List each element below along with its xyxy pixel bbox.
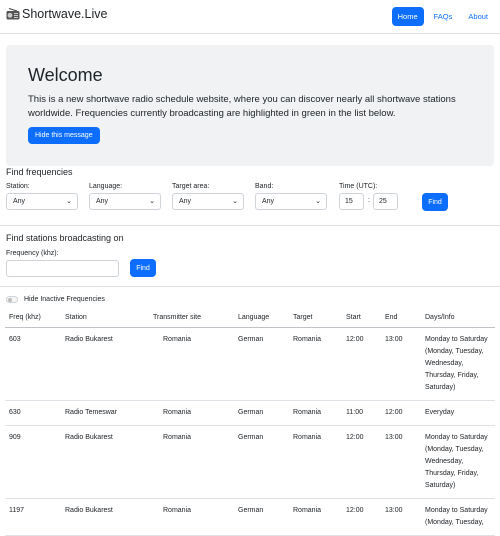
brand-link[interactable]: Shortwave.Live xyxy=(6,7,107,21)
cell-language: German xyxy=(234,498,289,536)
cell-freq: 1197 xyxy=(5,498,61,536)
cell-language: German xyxy=(234,327,289,401)
table-row[interactable]: 630 Radio Temeswar Romania German Romani… xyxy=(5,400,495,426)
cell-site: Romania xyxy=(149,327,234,401)
cell-station: Radio Bukarest xyxy=(61,498,149,536)
chevron-down-icon: ⌄ xyxy=(149,198,155,205)
header-transmitter-site[interactable]: Transmitter site xyxy=(149,310,234,328)
header-freq[interactable]: Freq (khz) xyxy=(5,310,61,328)
target-area-select[interactable]: Any ⌄ xyxy=(172,193,244,210)
time-minute-input[interactable]: 25 xyxy=(373,193,398,210)
cell-site: Romania xyxy=(149,425,234,499)
nav-faqs[interactable]: FAQs xyxy=(428,7,459,26)
cell-target: Romania xyxy=(289,498,342,536)
section-divider xyxy=(0,225,500,226)
band-label: Band: xyxy=(255,183,274,190)
brand-name: Shortwave.Live xyxy=(22,7,108,21)
chevron-down-icon: ⌄ xyxy=(66,198,72,205)
station-select-value: Any xyxy=(13,198,26,205)
header-end[interactable]: End xyxy=(381,310,421,328)
table-header-row: Freq (khz) Station Transmitter site Lang… xyxy=(5,310,495,328)
cell-freq: 909 xyxy=(5,425,61,499)
cell-target: Romania xyxy=(289,327,342,401)
station-select[interactable]: Any ⌄ xyxy=(6,193,78,210)
cell-station: Radio Bukarest xyxy=(61,327,149,401)
chevron-down-icon: ⌄ xyxy=(232,198,238,205)
frequency-label: Frequency (khz): xyxy=(6,250,59,257)
time-separator: : xyxy=(368,197,370,204)
cell-target: Romania xyxy=(289,400,342,426)
time-label: Time (UTC): xyxy=(339,183,378,190)
chevron-down-icon: ⌄ xyxy=(315,198,321,205)
find-stations-title: Find stations broadcasting on xyxy=(6,233,124,243)
header-start[interactable]: Start xyxy=(342,310,381,328)
language-select[interactable]: Any ⌄ xyxy=(89,193,161,210)
header-language[interactable]: Language xyxy=(234,310,289,328)
cell-freq: 603 xyxy=(5,327,61,401)
cell-language: German xyxy=(234,400,289,426)
welcome-banner: Welcome This is a new shortwave radio sc… xyxy=(6,45,494,166)
station-label: Station: xyxy=(6,183,30,190)
cell-end: 12:00 xyxy=(381,400,421,426)
cell-site: Romania xyxy=(149,498,234,536)
nav-home[interactable]: Home xyxy=(391,7,424,26)
target-area-select-value: Any xyxy=(179,198,192,205)
section-divider xyxy=(0,286,500,287)
time-hour-input[interactable]: 15 xyxy=(339,193,364,210)
table-row[interactable]: 1197 Radio Bukarest Romania German Roman… xyxy=(5,498,495,536)
find-frequencies-title: Find frequencies xyxy=(6,167,73,177)
band-select[interactable]: Any ⌄ xyxy=(255,193,327,210)
header-days-info[interactable]: Days/Info xyxy=(421,310,495,328)
cell-days: Monday to Saturday (Monday, Tuesday, Wed… xyxy=(421,425,495,499)
cell-start: 12:00 xyxy=(342,498,381,536)
hide-inactive-toggle[interactable] xyxy=(6,296,18,303)
frequency-table: Freq (khz) Station Transmitter site Lang… xyxy=(5,310,495,536)
navbar: Shortwave.Live Home FAQs About xyxy=(0,0,500,34)
radio-icon xyxy=(6,8,20,20)
target-area-label: Target area: xyxy=(172,183,210,190)
table-row[interactable]: 909 Radio Bukarest Romania German Romani… xyxy=(5,425,495,499)
frequency-input[interactable] xyxy=(6,260,119,277)
nav-links: Home FAQs About xyxy=(391,7,494,26)
cell-freq: 630 xyxy=(5,400,61,426)
cell-end: 13:00 xyxy=(381,498,421,536)
cell-station: Radio Temeswar xyxy=(61,400,149,426)
header-station[interactable]: Station xyxy=(61,310,149,328)
language-select-value: Any xyxy=(96,198,109,205)
cell-target: Romania xyxy=(289,425,342,499)
hide-message-button[interactable]: Hide this message xyxy=(28,127,100,144)
language-label: Language: xyxy=(89,183,123,190)
cell-start: 12:00 xyxy=(342,327,381,401)
hide-inactive-label: Hide Inactive Frequencies xyxy=(24,296,105,303)
cell-days: Monday to Saturday (Monday, Tuesday, xyxy=(421,498,495,536)
cell-start: 12:00 xyxy=(342,425,381,499)
cell-end: 13:00 xyxy=(381,425,421,499)
cell-language: German xyxy=(234,425,289,499)
find-frequencies-button[interactable]: Find xyxy=(422,193,448,211)
cell-station: Radio Bukarest xyxy=(61,425,149,499)
cell-site: Romania xyxy=(149,400,234,426)
band-select-value: Any xyxy=(262,198,275,205)
table-row[interactable]: 603 Radio Bukarest Romania German Romani… xyxy=(5,327,495,401)
cell-start: 11:00 xyxy=(342,400,381,426)
cell-days: Monday to Saturday (Monday, Tuesday, Wed… xyxy=(421,327,495,401)
header-target[interactable]: Target xyxy=(289,310,342,328)
nav-about[interactable]: About xyxy=(462,7,494,26)
find-stations-button[interactable]: Find xyxy=(130,259,156,277)
welcome-text: This is a new shortwave radio schedule w… xyxy=(28,94,456,119)
cell-days: Everyday xyxy=(421,400,495,426)
cell-end: 13:00 xyxy=(381,327,421,401)
welcome-title: Welcome xyxy=(28,65,103,85)
